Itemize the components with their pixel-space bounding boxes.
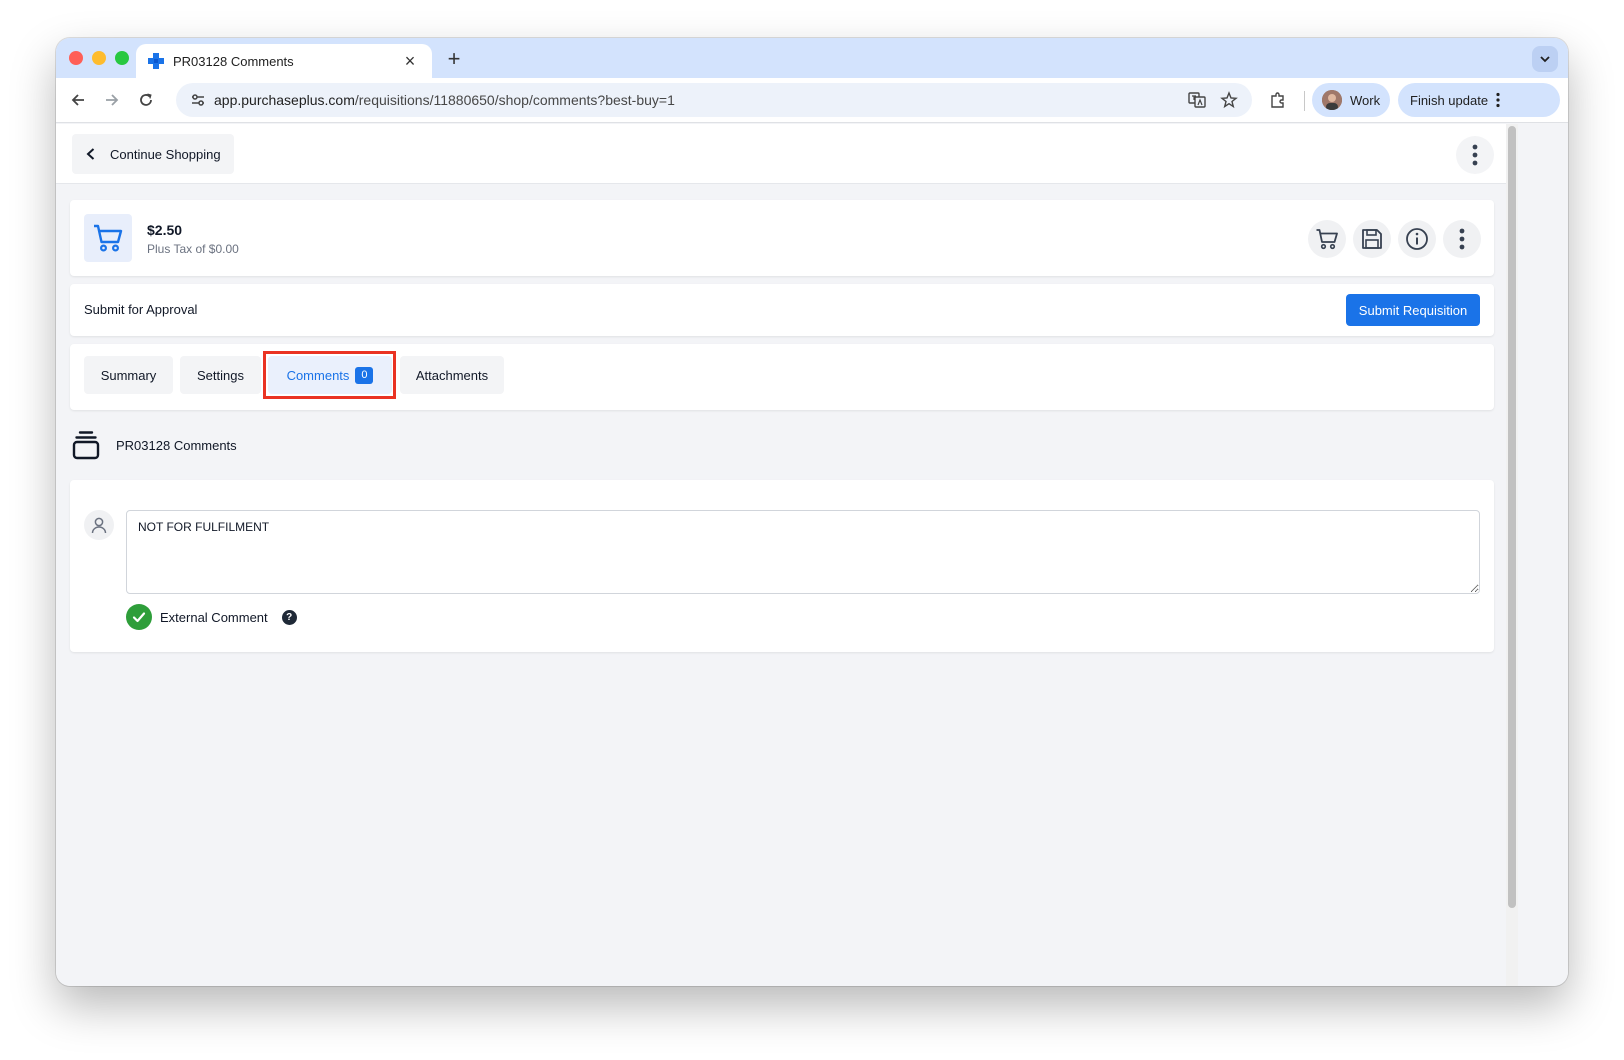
browser-window: PR03128 Comments × + app.purchaseplus.co… — [56, 38, 1568, 986]
tab-summary[interactable]: Summary — [84, 356, 173, 394]
forward-button[interactable] — [100, 88, 124, 112]
info-icon — [1406, 228, 1428, 250]
extensions-button[interactable] — [1266, 88, 1290, 112]
browser-toolbar: app.purchaseplus.com/requisitions/118806… — [56, 78, 1568, 123]
more-vertical-icon — [1459, 228, 1465, 250]
tab-search-button[interactable] — [1532, 46, 1558, 72]
app-header: Continue Shopping — [56, 124, 1506, 184]
requisition-tabs: Summary Settings Comments 0 Attachments — [70, 344, 1494, 410]
tab-summary-label: Summary — [100, 367, 157, 383]
tab-settings[interactable]: Settings — [180, 356, 261, 394]
toolbar-divider — [1304, 91, 1305, 111]
minimize-window-button[interactable] — [92, 51, 106, 65]
finish-update-button[interactable]: Finish update — [1398, 83, 1560, 117]
requisition-total: $2.50 — [147, 222, 183, 238]
view-cart-button[interactable] — [1308, 220, 1346, 258]
check-icon — [132, 612, 146, 623]
comment-textarea[interactable]: NOT FOR FULFILMENT — [126, 510, 1480, 594]
chevron-down-icon — [1540, 56, 1550, 63]
page-content: Continue Shopping $2.50 Plus Tax of $0.0 — [56, 124, 1568, 986]
translate-icon[interactable] — [1188, 91, 1206, 109]
cart-tile — [84, 214, 132, 262]
url-text: app.purchaseplus.com/requisitions/118806… — [214, 92, 1188, 108]
comments-heading: PR03128 Comments — [116, 437, 237, 453]
tab-comments[interactable]: Comments 0 — [268, 356, 392, 394]
cart-icon — [94, 224, 123, 252]
url-path: /requisitions/11880650/shop/comments?bes… — [354, 92, 675, 108]
browser-menu-icon — [1496, 92, 1500, 108]
submit-requisition-button[interactable]: Submit Requisition — [1346, 294, 1480, 326]
external-comment-label: External Comment — [160, 609, 268, 625]
save-button[interactable] — [1353, 220, 1391, 258]
reload-button[interactable] — [134, 88, 158, 112]
bookmark-star-icon[interactable] — [1220, 91, 1238, 109]
more-vertical-icon — [1472, 144, 1478, 166]
arrow-right-icon — [106, 94, 119, 106]
user-avatar — [84, 510, 114, 540]
cart-icon — [1316, 229, 1338, 250]
requisition-more-button[interactable] — [1443, 220, 1481, 258]
tab-strip: PR03128 Comments × + — [56, 38, 1568, 78]
save-icon — [1362, 229, 1382, 249]
comments-count-badge: 0 — [355, 366, 374, 384]
tab-comments-label: Comments — [286, 367, 350, 383]
finish-update-label: Finish update — [1410, 92, 1489, 108]
profile-button[interactable]: Work — [1312, 83, 1390, 117]
address-bar[interactable]: app.purchaseplus.com/requisitions/118806… — [176, 83, 1252, 117]
new-tab-icon[interactable]: + — [442, 46, 466, 72]
close-window-button[interactable] — [69, 51, 83, 65]
user-icon — [91, 517, 107, 534]
tab-attachments-label: Attachments — [415, 367, 489, 383]
external-comment-row: External Comment ? — [126, 604, 297, 630]
profile-label: Work — [1350, 92, 1381, 108]
chevron-left-icon — [86, 148, 95, 160]
submit-for-approval-label: Submit for Approval — [84, 302, 198, 317]
puzzle-icon — [1271, 92, 1284, 108]
continue-shopping-button[interactable]: Continue Shopping — [72, 134, 234, 174]
purchaseplus-favicon-icon — [148, 53, 164, 69]
url-host: app.purchaseplus.com — [214, 92, 355, 108]
help-icon[interactable]: ? — [281, 609, 297, 625]
stack-icon — [72, 431, 100, 460]
tab-settings-label: Settings — [197, 367, 244, 383]
comments-section-heading: PR03128 Comments — [72, 430, 237, 460]
back-button[interactable] — [66, 88, 90, 112]
browser-tab-active[interactable]: PR03128 Comments × — [136, 44, 432, 78]
info-button[interactable] — [1398, 220, 1436, 258]
page-scrollbar[interactable] — [1506, 124, 1518, 986]
profile-avatar — [1322, 90, 1342, 110]
external-comment-toggle[interactable] — [126, 604, 152, 630]
requisition-tax: Plus Tax of $0.00 — [147, 242, 239, 256]
comment-card: NOT FOR FULFILMENT External Comment ? — [70, 480, 1494, 652]
tab-attachments[interactable]: Attachments — [400, 356, 504, 394]
requisition-total-card: $2.50 Plus Tax of $0.00 — [70, 200, 1494, 276]
approval-card: Submit for Approval Submit Requisition — [70, 284, 1494, 336]
reload-icon — [140, 93, 152, 106]
site-settings-icon[interactable] — [182, 92, 214, 108]
scrollbar-thumb[interactable] — [1508, 126, 1516, 908]
header-more-button[interactable] — [1456, 136, 1494, 174]
tab-close-icon[interactable]: × — [400, 52, 420, 70]
arrow-left-icon — [71, 94, 84, 106]
continue-shopping-label: Continue Shopping — [110, 146, 221, 162]
maximize-window-button[interactable] — [115, 51, 129, 65]
browser-tab-title: PR03128 Comments — [173, 53, 294, 69]
